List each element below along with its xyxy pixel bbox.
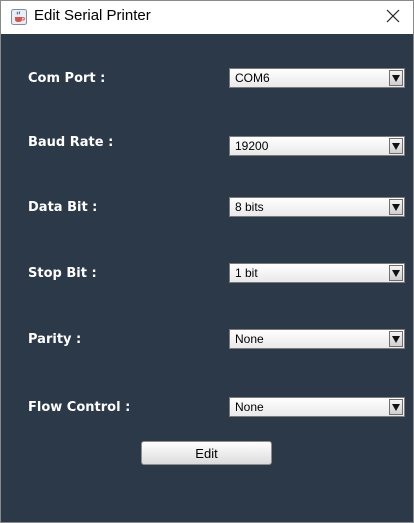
settings-panel: Com Port : COM6 Baud Rate : 19200 Data B… [1, 34, 413, 522]
java-cup-icon [11, 9, 27, 25]
data-bit-value: 8 bits [235, 200, 264, 214]
stop-bit-label: Stop Bit : [28, 266, 97, 281]
chevron-down-icon [392, 403, 400, 411]
flow-control-value: None [235, 400, 264, 414]
parity-label: Parity : [28, 332, 82, 347]
parity-dropdown-arrow[interactable] [389, 331, 403, 347]
chevron-down-icon [392, 269, 400, 277]
baud-rate-label: Baud Rate : [28, 135, 114, 150]
com-port-value: COM6 [235, 71, 270, 85]
parity-value: None [235, 332, 264, 346]
chevron-down-icon [392, 142, 400, 150]
com-port-dropdown-arrow[interactable] [389, 70, 403, 86]
stop-bit-select[interactable]: 1 bit [229, 263, 405, 283]
close-button[interactable] [373, 1, 413, 34]
stop-bit-value: 1 bit [235, 266, 258, 280]
baud-rate-dropdown-arrow[interactable] [389, 138, 403, 154]
edit-serial-printer-dialog: Edit Serial Printer Com Port : COM6 Baud… [0, 0, 414, 523]
chevron-down-icon [392, 74, 400, 82]
com-port-label: Com Port : [28, 71, 106, 86]
close-icon [386, 8, 400, 27]
flow-control-dropdown-arrow[interactable] [389, 399, 403, 415]
data-bit-dropdown-arrow[interactable] [389, 199, 403, 215]
data-bit-select[interactable]: 8 bits [229, 197, 405, 217]
chevron-down-icon [392, 203, 400, 211]
baud-rate-select[interactable]: 19200 [229, 136, 405, 156]
com-port-select[interactable]: COM6 [229, 68, 405, 88]
edit-button[interactable]: Edit [141, 441, 272, 465]
data-bit-label: Data Bit : [28, 200, 98, 215]
window-title: Edit Serial Printer [34, 7, 151, 24]
title-bar[interactable]: Edit Serial Printer [1, 1, 413, 34]
parity-select[interactable]: None [229, 329, 405, 349]
flow-control-select[interactable]: None [229, 397, 405, 417]
stop-bit-dropdown-arrow[interactable] [389, 265, 403, 281]
baud-rate-value: 19200 [235, 139, 269, 153]
chevron-down-icon [392, 335, 400, 343]
flow-control-label: Flow Control : [28, 400, 131, 415]
